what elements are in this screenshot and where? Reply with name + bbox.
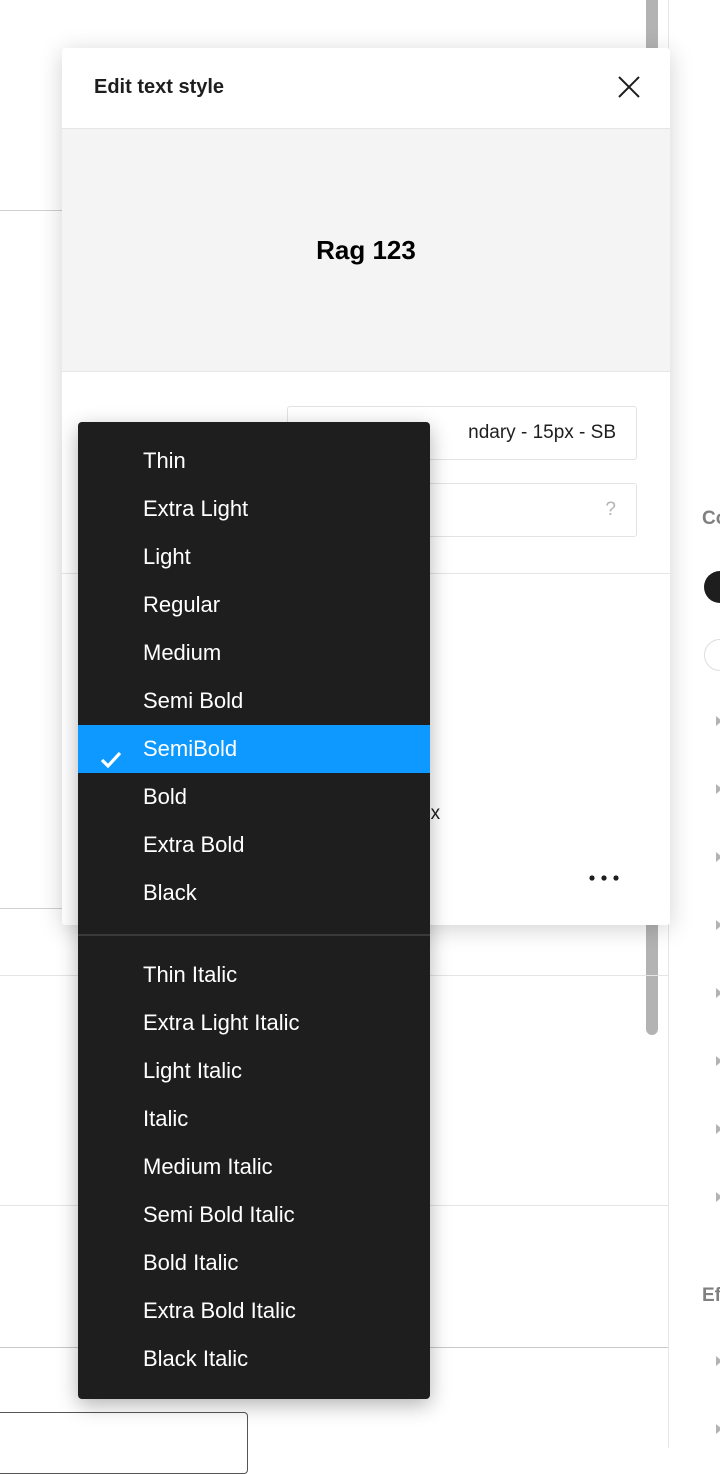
color-swatch-filled[interactable]: [704, 571, 720, 603]
menu-item-label: Light: [143, 544, 191, 569]
expand-triangle-icon[interactable]: [716, 716, 720, 726]
menu-item-label: Thin: [143, 448, 186, 473]
close-icon[interactable]: [617, 75, 641, 99]
preview-text: Rag 123: [316, 234, 416, 265]
expand-triangle-icon[interactable]: [716, 852, 720, 862]
color-swatch-empty[interactable]: [704, 639, 720, 671]
menu-item-label: Extra Light: [143, 496, 249, 521]
menu-item-label: Regular: [143, 592, 221, 617]
menu-item-label: Thin Italic: [143, 962, 238, 987]
expand-triangle-icon[interactable]: [716, 920, 720, 930]
expand-triangle-icon[interactable]: [716, 1192, 720, 1202]
menu-separator: [78, 934, 430, 936]
menu-item[interactable]: Medium Italic: [78, 1143, 430, 1191]
divider: [0, 210, 62, 211]
menu-item[interactable]: Thin: [78, 437, 430, 485]
scrollbar[interactable]: [646, 0, 658, 48]
menu-item-label: Italic: [143, 1106, 189, 1131]
menu-item-label: Extra Bold Italic: [143, 1298, 296, 1323]
menu-item[interactable]: Light Italic: [78, 1047, 430, 1095]
menu-item[interactable]: Semi Bold: [78, 677, 430, 725]
menu-item-label: Extra Light Italic: [143, 1010, 300, 1035]
menu-item[interactable]: Medium: [78, 629, 430, 677]
menu-item-label: Extra Bold: [143, 832, 245, 857]
menu-item[interactable]: SemiBold: [78, 725, 430, 773]
menu-item[interactable]: Extra Bold Italic: [78, 1287, 430, 1335]
scrollbar-lower[interactable]: [646, 925, 658, 1035]
menu-item-label: Semi Bold: [143, 688, 244, 713]
canvas-frame: [0, 1412, 248, 1474]
menu-item[interactable]: Semi Bold Italic: [78, 1191, 430, 1239]
menu-item-label: Bold Italic: [143, 1250, 239, 1275]
menu-item-label: Black: [143, 880, 197, 905]
menu-item-label: Bold: [143, 784, 188, 809]
menu-item[interactable]: Black: [78, 869, 430, 917]
dialog-header: Edit text style: [62, 48, 670, 129]
section-label-effects: Ef: [702, 1285, 720, 1306]
expand-triangle-icon[interactable]: [716, 1356, 720, 1366]
font-weight-dropdown: Thin Extra Light Light Regular Medium Semi Bo…: [78, 422, 430, 1399]
menu-item[interactable]: Extra Bold: [78, 821, 430, 869]
menu-item-label: Light Italic: [143, 1058, 243, 1083]
text-preview: Rag 123: [62, 129, 670, 372]
menu-item[interactable]: Light: [78, 533, 430, 581]
expand-triangle-icon[interactable]: [716, 1124, 720, 1134]
menu-item-label: Medium: [143, 640, 222, 665]
expand-triangle-icon[interactable]: [716, 1056, 720, 1066]
menu-item[interactable]: Extra Light: [78, 485, 430, 533]
menu-item[interactable]: Extra Light Italic: [78, 999, 430, 1047]
menu-item-label: Medium Italic: [143, 1154, 273, 1179]
dialog-title: Edit text style: [94, 76, 225, 98]
expand-triangle-icon[interactable]: [716, 784, 720, 794]
menu-item[interactable]: Bold: [78, 773, 430, 821]
expand-triangle-icon[interactable]: [716, 988, 720, 998]
menu-item[interactable]: Thin Italic: [78, 951, 430, 999]
check-icon: [100, 739, 122, 769]
section-label-color: Co: [702, 508, 720, 529]
menu-item[interactable]: Black Italic: [78, 1335, 430, 1383]
menu-item-label: Black Italic: [143, 1346, 249, 1371]
divider: [0, 908, 62, 909]
more-options-icon[interactable]: [588, 866, 620, 890]
menu-item-label: Semi Bold Italic: [143, 1202, 295, 1227]
menu-item[interactable]: Bold Italic: [78, 1239, 430, 1287]
expand-triangle-icon[interactable]: [716, 1424, 720, 1434]
menu-item-label: SemiBold: [143, 736, 238, 761]
menu-item[interactable]: Regular: [78, 581, 430, 629]
menu-item[interactable]: Italic: [78, 1095, 430, 1143]
